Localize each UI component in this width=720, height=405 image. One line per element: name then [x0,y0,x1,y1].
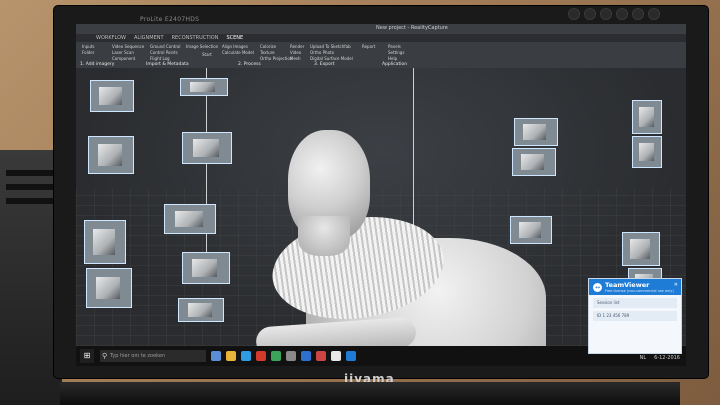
ribbon-label-add-imagery: 1. Add imagery [80,62,115,67]
camera-thumbnail[interactable] [632,100,662,134]
search-icon: ⚲ [102,352,108,360]
teamviewer-header: ↔ TeamViewer Free license (non-commercia… [589,279,681,295]
monitor-buttons [568,8,660,20]
tab-alignment[interactable]: ALIGNMENT [134,34,164,42]
app-icon[interactable] [256,351,266,361]
camera-thumbnail[interactable] [88,136,134,174]
ribbon-group-export[interactable]: Upload To Sketchfab Ortho Photo Digital … [310,44,353,62]
ribbon-group-video[interactable]: Video Sequence Laser Scan Component [112,44,144,62]
teamviewer-session-list[interactable]: Session list [593,298,677,308]
task-view-icon[interactable] [211,351,221,361]
edge-icon[interactable] [241,351,251,361]
teamviewer-title: TeamViewer [605,281,650,289]
teamviewer-panel: ↔ TeamViewer Free license (non-commercia… [588,278,682,354]
statue-model-beard [298,216,350,256]
tab-workflow[interactable]: WORKFLOW [96,34,126,42]
teamviewer-icon[interactable] [346,351,356,361]
monitor-model-label: ProLite E2407HDS [140,16,200,23]
teamviewer-session-id[interactable]: ID 1 23 456 789 [593,311,677,321]
camera-thumbnail[interactable] [632,136,662,168]
camera-thumbnail[interactable] [514,118,558,146]
camera-thumbnail[interactable] [512,148,556,176]
camera-thumbnail[interactable] [180,78,228,96]
search-input[interactable]: ⚲ Typ hier om te zoeken [100,350,206,362]
ribbon-label-import: Import & Metadata [146,62,189,67]
explorer-icon[interactable] [226,351,236,361]
camera-thumbnail[interactable] [622,232,660,266]
ribbon-group-render[interactable]: Render Video Mesh [290,44,304,62]
camera-thumbnail[interactable] [84,220,126,264]
ribbon-group-report[interactable]: Report [362,44,375,50]
ribbon-group-texture[interactable]: Colorize Texture Ortho Projection [260,44,292,62]
camera-thumbnail[interactable] [86,268,132,308]
window-title: New project - RealityCapture [376,25,448,31]
app-icon[interactable] [301,351,311,361]
titlebar: New project - RealityCapture [76,24,686,34]
ribbon-label-export: 3. Export [314,62,335,67]
ribbon-group-add-imagery[interactable]: Inputs Folder [82,44,94,56]
camera-thumbnail[interactable] [178,298,224,322]
camera-thumbnail[interactable] [182,132,232,164]
camera-thumbnail[interactable] [164,204,216,234]
realitycapture-icon[interactable] [331,351,341,361]
ribbon-group-application[interactable]: Panels Settings Help [388,44,404,62]
tab-reconstruction[interactable]: RECONSTRUCTION [172,34,219,42]
ribbon-group-image-selection[interactable]: Image Selection [186,44,218,50]
tab-scene[interactable]: SCENE [226,34,243,42]
screen: New project - RealityCapture WORKFLOW AL… [76,24,686,366]
close-icon[interactable]: ✕ [674,282,678,288]
ribbon-group-start[interactable]: Start [202,52,212,58]
desk-object [0,150,62,405]
ribbon-group-import[interactable]: Ground Control Control Points Flight Log [150,44,180,62]
teamviewer-subtitle: Free license (non-commercial use only) [605,289,674,293]
search-placeholder: Typ hier om te zoeken [110,353,166,359]
ribbon: Inputs Folder 1. Add imagery Video Seque… [76,42,686,68]
ribbon-tabs: WORKFLOW ALIGNMENT RECONSTRUCTION SCENE [76,34,686,42]
camera-thumbnail[interactable] [182,252,230,284]
app-icon[interactable] [271,351,281,361]
ribbon-group-process[interactable]: Align Images Calculate Model [222,44,254,56]
app-icon[interactable] [316,351,326,361]
camera-thumbnail[interactable] [90,80,134,112]
app-icon[interactable] [286,351,296,361]
ribbon-label-process: 2. Process [238,62,261,67]
teamviewer-logo-icon: ↔ [593,282,602,292]
monitor-stand [60,382,680,405]
camera-thumbnail[interactable] [510,216,552,244]
ribbon-label-application: Application [382,62,408,67]
windows-start-icon[interactable]: ⊞ [80,349,94,363]
